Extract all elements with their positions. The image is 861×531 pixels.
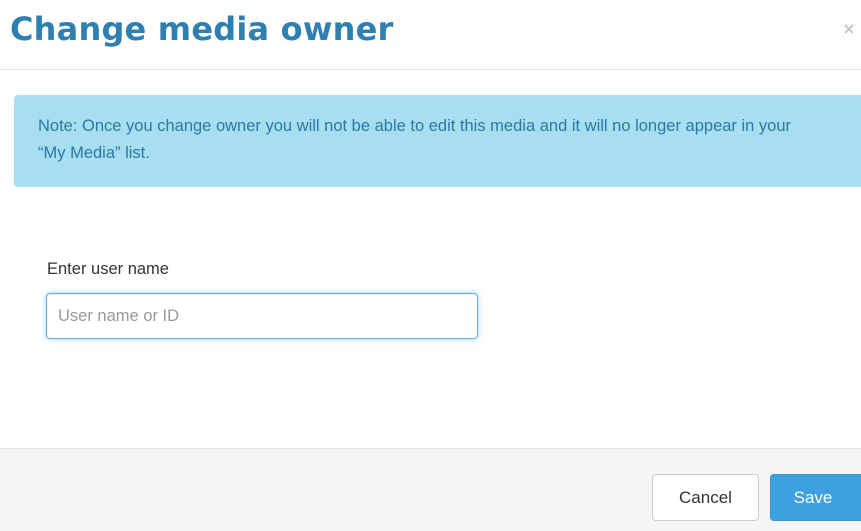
- info-note-text: Note: Once you change owner you will not…: [38, 117, 792, 162]
- save-button[interactable]: Save: [770, 474, 861, 521]
- change-owner-dialog: Change media owner Note: Once you change…: [0, 0, 861, 531]
- user-name-label: Enter user name: [47, 260, 169, 278]
- info-note: Note: Once you change owner you will not…: [14, 95, 861, 187]
- dialog-title: Change media owner: [10, 10, 394, 48]
- dialog-header: Change media owner: [0, 0, 861, 70]
- user-name-input[interactable]: [46, 293, 478, 339]
- close-button[interactable]: [841, 16, 859, 38]
- cancel-button[interactable]: Cancel: [652, 474, 759, 521]
- dialog-footer: Cancel Save: [0, 448, 861, 531]
- close-icon: [841, 16, 859, 38]
